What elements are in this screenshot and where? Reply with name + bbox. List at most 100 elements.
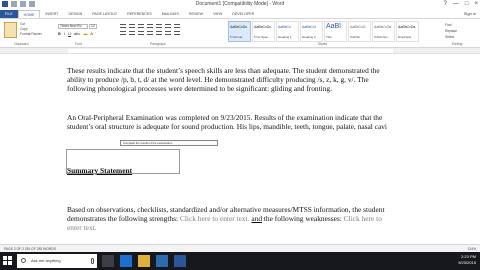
style-sample: AaBl	[326, 23, 341, 30]
styles-gallery: AaBbCcDc ¶ Normal AaBbCcDc ¶ No Spac... …	[228, 21, 420, 42]
style-normal[interactable]: AaBbCcDc ¶ Normal	[228, 21, 251, 42]
cut-button[interactable]: Cut	[20, 22, 25, 26]
style-name: Heading 1	[278, 35, 292, 39]
style-subtle-emphasis[interactable]: AaBbCcDa Subtle Em...	[372, 21, 395, 42]
copy-button[interactable]: Copy	[20, 27, 28, 31]
shading-icon[interactable]	[165, 31, 171, 35]
font-format-buttons: B I U abc ▬ A	[58, 31, 93, 36]
taskbar-apps	[102, 255, 186, 267]
show-marks-icon[interactable]	[174, 24, 180, 28]
document-page[interactable]: These results indicate that the student’…	[0, 54, 480, 244]
title-bar: Document1 [Compatibility Mode] - Word ? …	[0, 0, 480, 10]
line-spacing-icon[interactable]	[156, 31, 162, 35]
style-name: Subtle Em...	[374, 35, 391, 39]
paragraph-group-label: Paragraph	[150, 42, 166, 46]
help-button[interactable]: ?	[444, 0, 447, 9]
task-view-icon[interactable]	[102, 255, 114, 267]
tab-page-layout[interactable]: PAGE LAYOUT	[87, 10, 122, 18]
paragraph-row-1	[120, 24, 180, 28]
bold-button[interactable]: B	[58, 31, 61, 36]
file-explorer-icon[interactable]	[138, 255, 150, 267]
sign-in-link[interactable]: Sign in	[464, 10, 476, 18]
style-title[interactable]: AaBl Title	[324, 21, 347, 42]
tab-references[interactable]: REFERENCES	[122, 10, 157, 18]
clock-date: 9/23/2015	[458, 260, 476, 265]
edge-browser-icon[interactable]	[120, 255, 132, 267]
system-tray[interactable]: 2:23 PM 9/23/2015	[458, 254, 476, 266]
style-sample: AaBbCc	[278, 25, 291, 29]
zoom-level[interactable]: 124%	[468, 247, 476, 251]
style-name: ¶ No Spac...	[254, 35, 271, 39]
tab-file[interactable]: FILE	[0, 10, 18, 18]
style-sample: AaBbCcDc	[254, 25, 272, 29]
maximize-button[interactable]: □	[465, 0, 469, 9]
multilevel-list-icon[interactable]	[138, 24, 144, 28]
content-control-title: Complete the results of the examination	[120, 140, 218, 146]
style-no-spacing[interactable]: AaBbCcDc ¶ No Spac...	[252, 21, 275, 42]
bullets-icon[interactable]	[120, 24, 126, 28]
style-emphasis[interactable]: AaBbCcDa Emphasis	[396, 21, 419, 42]
tab-mailings[interactable]: MAILINGS	[157, 10, 184, 18]
word-app-icon[interactable]	[174, 255, 186, 267]
paragraph-oral-exam: An Oral-Peripheral Examination was compl…	[67, 113, 395, 132]
style-sample: AaBbCcDa	[398, 25, 416, 29]
strikethrough-button[interactable]: abc	[74, 31, 80, 36]
microphone-icon[interactable]	[91, 258, 94, 264]
borders-icon[interactable]	[174, 31, 180, 35]
window-title: Document1 [Compatibility Mode] - Word	[195, 1, 285, 7]
style-name: Emphasis	[398, 35, 412, 39]
style-name: Heading 2	[302, 35, 316, 39]
windows-start-icon[interactable]	[3, 256, 13, 266]
tab-insert[interactable]: INSERT	[40, 10, 63, 18]
style-sample: AaBbCcI	[302, 25, 316, 29]
font-size-dropdown[interactable]: 12	[89, 24, 97, 29]
select-button[interactable]: Select	[445, 34, 457, 40]
style-name: Title	[326, 35, 332, 39]
clipboard-group-label: Clipboard	[14, 42, 29, 46]
align-center-icon[interactable]	[129, 31, 135, 35]
style-subtitle[interactable]: AaBbCcD Subtitle	[348, 21, 371, 42]
summary-heading: Summary Statement	[67, 166, 133, 175]
style-heading-1[interactable]: AaBbCc Heading 1	[276, 21, 299, 42]
search-placeholder: Ask me anything	[31, 258, 61, 263]
taskbar: Ask me anything 2:23 PM 9/23/2015	[0, 252, 480, 270]
align-right-icon[interactable]	[138, 31, 144, 35]
minimize-button[interactable]: —	[453, 0, 459, 9]
decrease-indent-icon[interactable]	[147, 24, 153, 28]
and-word: and	[251, 213, 263, 223]
align-left-icon[interactable]	[120, 31, 126, 35]
justify-icon[interactable]	[147, 31, 153, 35]
tab-home[interactable]: HOME	[17, 10, 41, 18]
styles-group-label: Styles	[318, 42, 328, 46]
taskbar-search-input[interactable]: Ask me anything	[17, 254, 97, 268]
oral-exam-text: An Oral-Peripheral Examination was compl…	[67, 113, 372, 122]
window-controls: ? — □ ×	[444, 0, 478, 9]
search-icon	[21, 258, 26, 263]
numbering-icon[interactable]	[129, 24, 135, 28]
paragraph-row-2	[120, 31, 180, 35]
tab-design[interactable]: DESIGN	[64, 10, 88, 18]
tab-view[interactable]: VIEW	[208, 10, 227, 18]
summary-text-b: the following weaknesses:	[262, 213, 344, 223]
highlight-icon[interactable]: ▬	[83, 31, 87, 36]
strengths-placeholder[interactable]: Click here to enter text.	[180, 214, 250, 223]
font-name-dropdown[interactable]: Times New Ro	[58, 24, 88, 29]
underline-button[interactable]: U	[68, 31, 71, 36]
word-window: Document1 [Compatibility Mode] - Word ? …	[0, 0, 480, 270]
paste-button[interactable]	[4, 22, 17, 38]
close-button[interactable]: ×	[474, 0, 478, 9]
paragraph-summary: Based on observations, checklists, stand…	[67, 205, 395, 232]
increase-indent-icon[interactable]	[156, 24, 162, 28]
sort-icon[interactable]	[165, 24, 171, 28]
editing-group-label: Editing	[452, 42, 463, 46]
format-painter-button[interactable]: Format Painter	[20, 32, 42, 36]
store-icon[interactable]	[156, 255, 168, 267]
tab-review[interactable]: REVIEW	[184, 10, 208, 18]
editing-group: Find Replace Select	[445, 22, 457, 40]
italic-button[interactable]: I	[64, 31, 65, 36]
style-heading-2[interactable]: AaBbCcI Heading 2	[300, 21, 323, 42]
tab-developer[interactable]: DEVELOPER	[227, 10, 259, 18]
style-sample: AaBbCcDa	[374, 25, 392, 29]
page-word-count[interactable]: PAGE 2 OF 2 251 OF 283 WORDS	[4, 247, 56, 251]
font-color-icon[interactable]: A	[90, 31, 93, 36]
